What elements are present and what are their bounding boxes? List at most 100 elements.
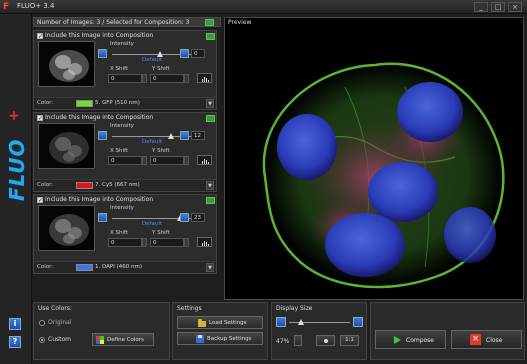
intensity-decrease-button[interactable] — [98, 49, 107, 58]
color-swatch[interactable] — [76, 264, 93, 271]
color-select-value[interactable]: 5. GFP (510 nm) — [95, 100, 140, 106]
histogram-icon — [202, 77, 209, 82]
intensity-label: Intensity — [110, 123, 134, 129]
color-label: Color: — [37, 264, 54, 270]
load-settings-button[interactable]: Load Settings — [177, 316, 263, 329]
custom-label: Custom — [48, 336, 71, 343]
display-size-panel: Display Size 47% 1:1 — [271, 302, 367, 360]
original-radio[interactable] — [39, 320, 45, 326]
images-summary-bar: Number of Images: 3 / Selected for Compo… — [33, 17, 221, 27]
brand-sidebar: + FLUO i ? — [0, 14, 32, 364]
image-thumbnail[interactable] — [38, 205, 95, 251]
intensity-default-link[interactable]: Default — [142, 221, 162, 227]
intensity-label: Intensity — [110, 205, 134, 211]
custom-radio[interactable] — [39, 337, 45, 343]
intensity-decrease-button[interactable] — [98, 131, 107, 140]
intensity-increase-button[interactable] — [180, 213, 189, 222]
histogram-button[interactable] — [197, 237, 212, 247]
load-settings-label: Load Settings — [209, 320, 247, 326]
chevron-down-icon[interactable]: ▼ — [206, 181, 214, 190]
card-toggle-button[interactable] — [206, 33, 215, 40]
card-toggle-button[interactable] — [206, 115, 215, 122]
image-thumbnail[interactable] — [38, 41, 95, 87]
settings-panel: Settings Load Settings Backup Settings — [172, 302, 268, 360]
histogram-button[interactable] — [197, 155, 212, 165]
include-label: Include this Image into Composition — [45, 196, 154, 203]
actual-size-button[interactable]: 1:1 — [340, 335, 359, 346]
intensity-increase-button[interactable] — [180, 131, 189, 140]
preview-image[interactable] — [225, 27, 523, 299]
palette-icon — [96, 336, 104, 344]
include-checkbox[interactable]: ✓ — [37, 197, 43, 204]
intensity-increase-button[interactable] — [180, 49, 189, 58]
x-shift-spinner[interactable] — [142, 74, 147, 83]
app-logo-icon: F — [3, 2, 10, 12]
include-label: Include this Image into Composition — [45, 32, 154, 39]
brand-logo: FLUO — [5, 138, 29, 201]
help-button[interactable]: ? — [9, 336, 21, 348]
y-shift-field[interactable]: 0 — [150, 238, 184, 247]
x-shift-spinner[interactable] — [142, 156, 147, 165]
x-shift-field[interactable]: 0 — [108, 156, 142, 165]
include-checkbox[interactable]: ✓ — [37, 115, 43, 122]
fit-to-window-button[interactable] — [316, 335, 335, 346]
color-label: Color: — [37, 100, 54, 106]
original-label: Original — [48, 319, 72, 326]
color-select-value[interactable]: 1. DAPI (460 nm) — [95, 264, 142, 270]
intensity-value[interactable]: 23 — [191, 213, 205, 222]
color-swatch[interactable] — [76, 182, 93, 189]
y-shift-label: Y Shift — [152, 66, 170, 72]
zoom-spinner[interactable] — [294, 335, 302, 346]
intensity-label: Intensity — [110, 41, 134, 47]
intensity-decrease-button[interactable] — [98, 213, 107, 222]
zoom-out-button[interactable] — [276, 317, 286, 327]
image-card: ✓ Include this Image into Composition In… — [33, 194, 217, 274]
close-window-button[interactable]: × — [508, 2, 522, 12]
include-checkbox[interactable]: ✓ — [37, 33, 43, 40]
x-shift-spinner[interactable] — [142, 238, 147, 247]
preview-label: Preview — [228, 19, 252, 26]
x-shift-field[interactable]: 0 — [108, 74, 142, 83]
y-shift-label: Y Shift — [152, 230, 170, 236]
color-row: Color: 7. Cy5 (667 nm) ▼ — [34, 179, 216, 191]
y-shift-spinner[interactable] — [184, 156, 189, 165]
y-shift-field[interactable]: 0 — [150, 74, 184, 83]
intensity-value[interactable]: 0 — [191, 49, 205, 58]
settings-title: Settings — [177, 305, 202, 312]
backup-settings-button[interactable]: Backup Settings — [177, 332, 263, 345]
card-toggle-button[interactable] — [206, 197, 215, 204]
y-shift-field[interactable]: 0 — [150, 156, 184, 165]
intensity-default-link[interactable]: Default — [142, 57, 162, 63]
color-swatch[interactable] — [76, 100, 93, 107]
maximize-button[interactable]: □ — [491, 2, 505, 12]
x-shift-field[interactable]: 0 — [108, 238, 142, 247]
title-bar: F FLUO+ 3.4 _ □ × — [0, 0, 527, 14]
minimize-button[interactable]: _ — [474, 2, 488, 12]
image-thumbnail[interactable] — [38, 123, 95, 169]
select-all-button[interactable] — [205, 19, 214, 26]
define-colors-label: Define Colors — [107, 337, 144, 343]
y-shift-spinner[interactable] — [184, 238, 189, 247]
close-button[interactable]: × Close — [451, 330, 522, 349]
zoom-percentage: 47% — [276, 338, 290, 345]
save-disk-icon — [196, 335, 204, 343]
intensity-slider-knob[interactable] — [168, 133, 174, 139]
include-label: Include this Image into Composition — [45, 114, 154, 121]
zoom-slider-knob[interactable] — [298, 319, 304, 325]
info-button[interactable]: i — [9, 318, 21, 330]
zoom-in-button[interactable] — [353, 317, 363, 327]
use-colors-title: Use Colors: — [38, 305, 72, 312]
color-select-value[interactable]: 7. Cy5 (667 nm) — [95, 182, 140, 188]
window-title: FLUO+ 3.4 — [17, 2, 55, 10]
actions-panel: Compose × Close — [370, 302, 525, 360]
define-colors-button[interactable]: Define Colors — [92, 333, 154, 346]
x-shift-label: X Shift — [110, 66, 129, 72]
intensity-default-link[interactable]: Default — [142, 139, 162, 145]
intensity-value[interactable]: 12 — [191, 131, 205, 140]
chevron-down-icon[interactable]: ▼ — [206, 99, 214, 108]
y-shift-spinner[interactable] — [184, 74, 189, 83]
color-row: Color: 1. DAPI (460 nm) ▼ — [34, 261, 216, 273]
histogram-button[interactable] — [197, 73, 212, 83]
chevron-down-icon[interactable]: ▼ — [206, 263, 214, 272]
compose-button[interactable]: Compose — [375, 330, 446, 349]
